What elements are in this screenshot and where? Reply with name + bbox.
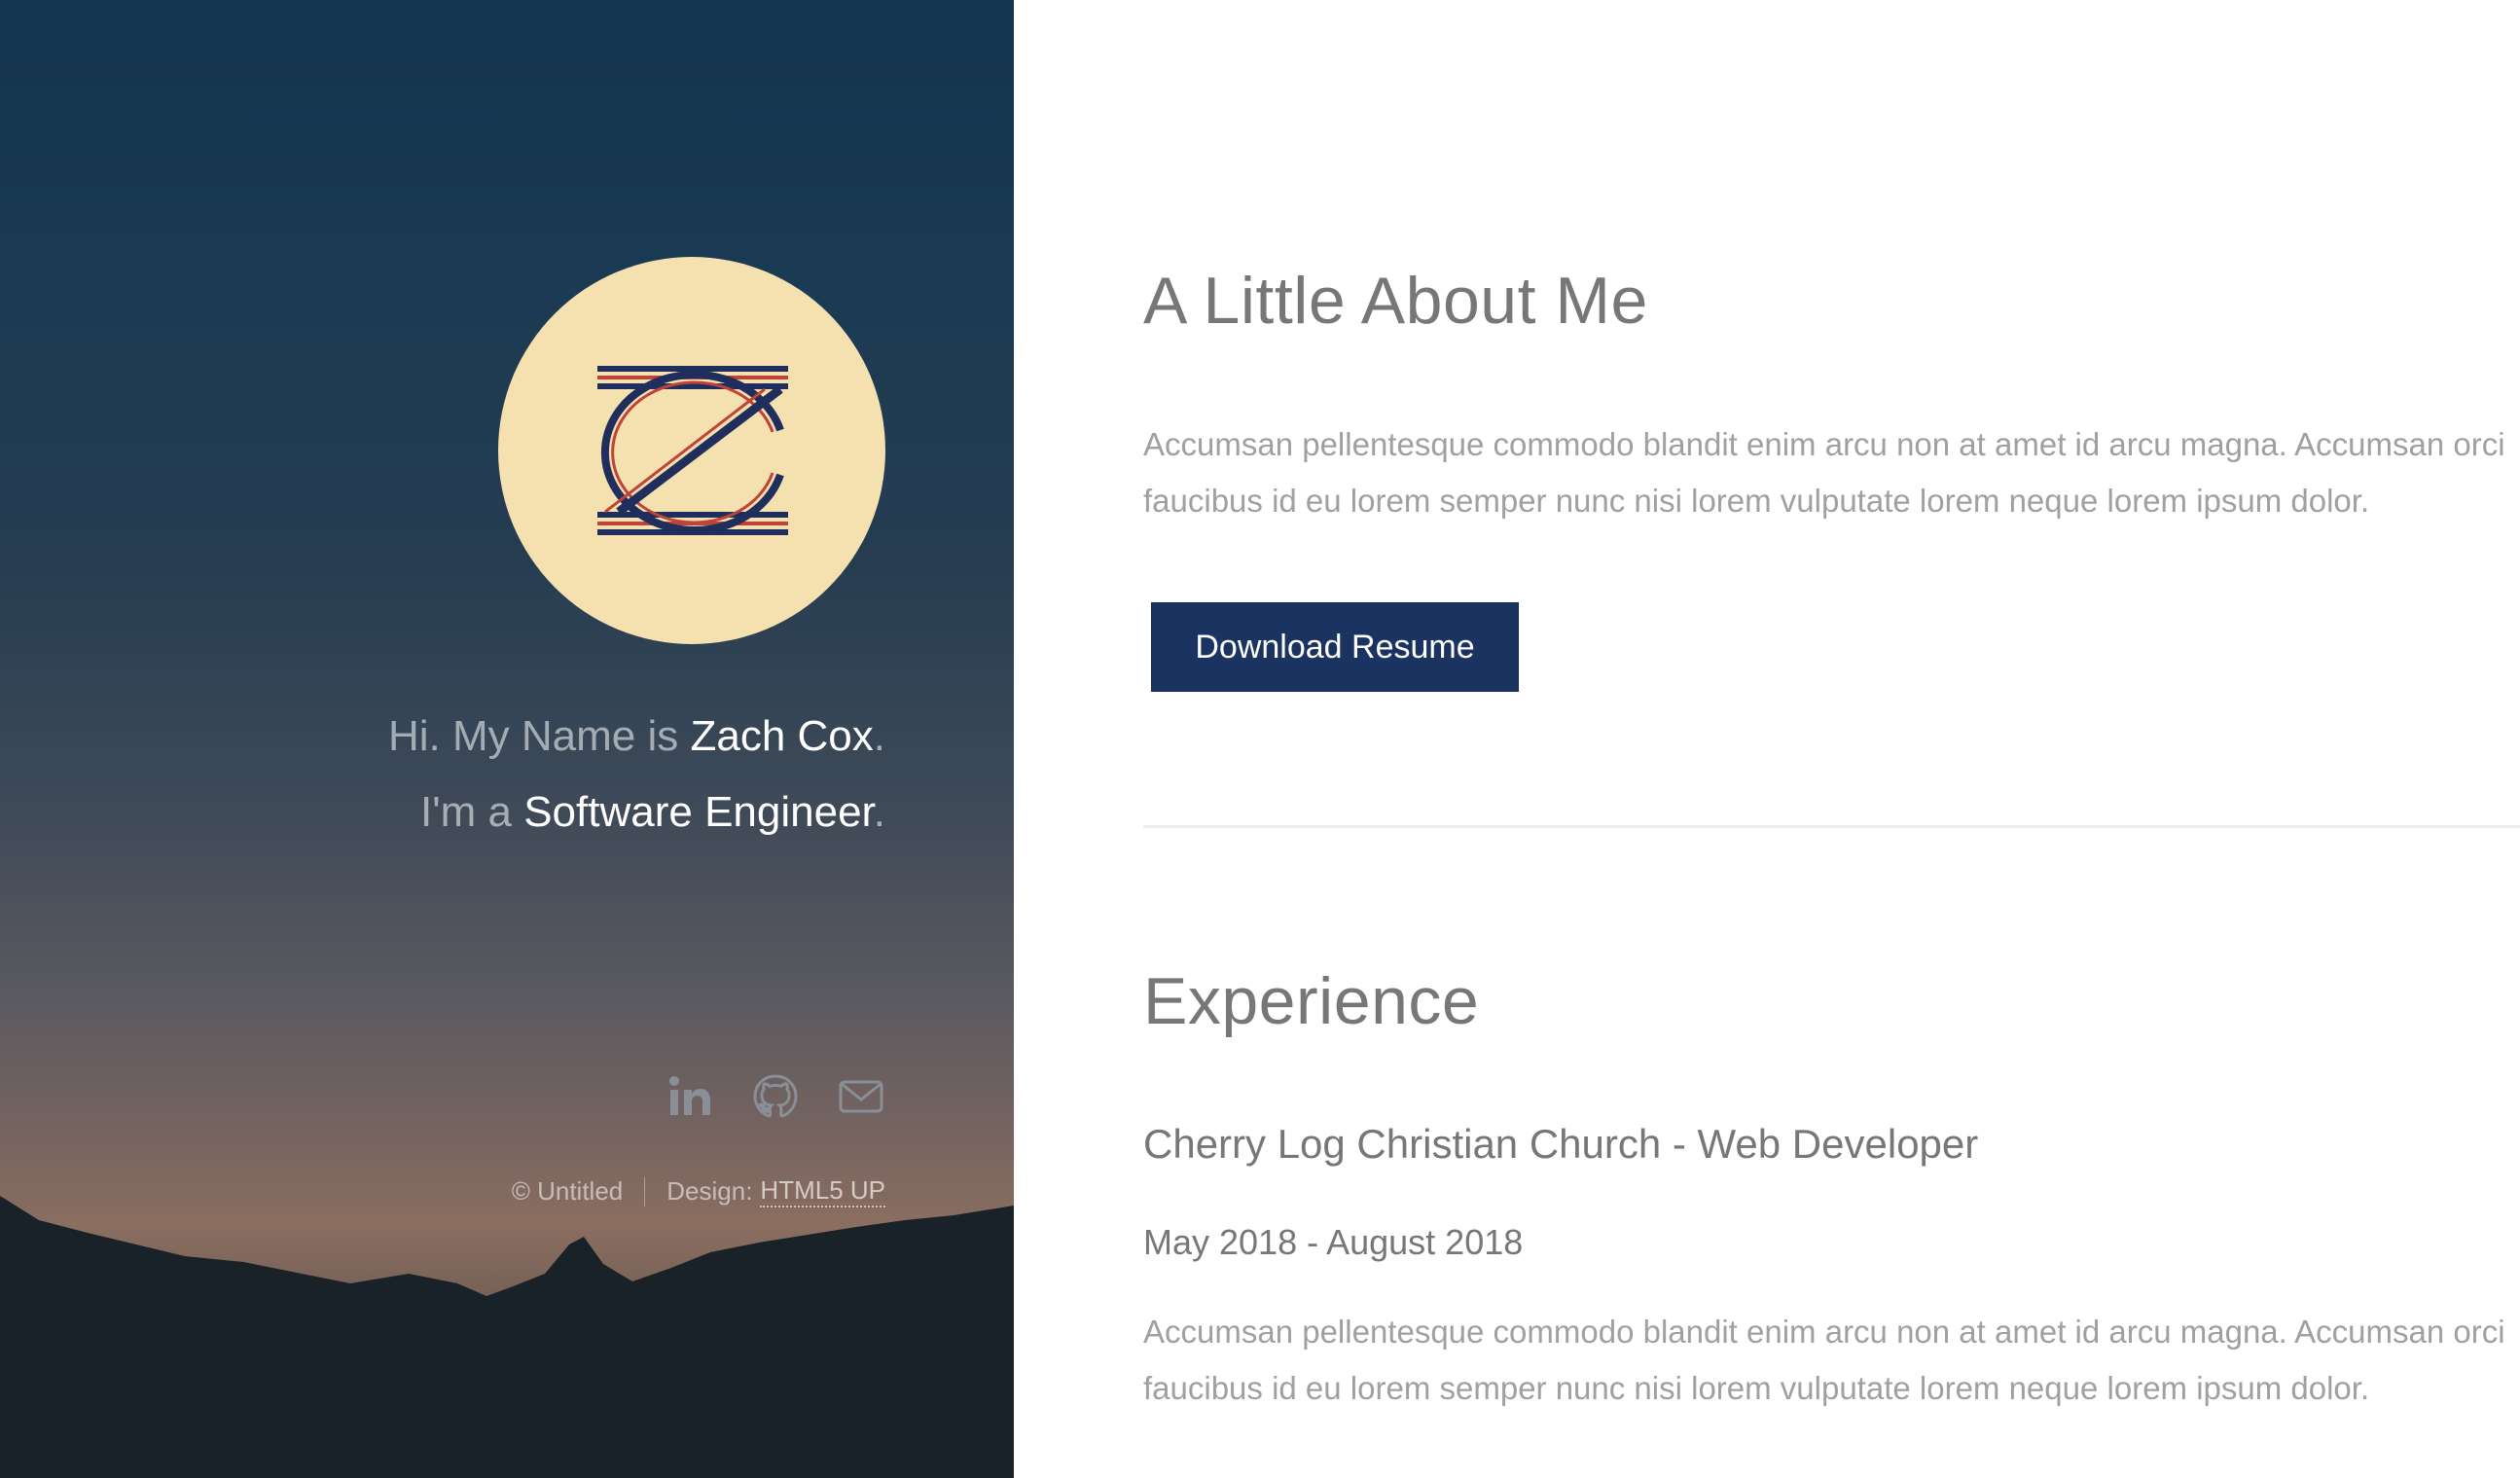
github-icon[interactable] [751,1072,800,1121]
intro-line-2: I'm a Software Engineer. [204,775,885,850]
about-title: A Little About Me [1143,264,1648,338]
intro-period: . [873,712,885,760]
intro-prefix: I'm a [420,788,524,836]
job-title: Cherry Log Christian Church - Web Develo… [1143,1121,1979,1167]
avatar [498,257,885,644]
name-highlight: Zach Cox [690,712,874,760]
download-resume-button[interactable]: Download Resume [1151,602,1519,692]
linkedin-icon[interactable] [666,1072,714,1121]
sidebar: Hi. My Name is Zach Cox. I'm a Software … [0,0,1014,1478]
main-content: A Little About Me Accumsan pellentesque … [1014,0,2520,1478]
section-divider [1143,825,2520,828]
intro-line-1: Hi. My Name is Zach Cox. [204,699,885,775]
job-dates: May 2018 - August 2018 [1143,1222,1524,1262]
role-highlight: Software Engineer [523,788,874,836]
job-description: Accumsan pellentesque commodo blandit en… [1143,1314,2505,1406]
copyright-text: © Untitled [511,1176,624,1206]
social-links [666,1072,885,1121]
mountain-silhouette [0,1196,1014,1478]
intro-period: . [873,788,885,836]
copyright-footer: © Untitled Design: HTML5 UP [512,1175,885,1208]
intro-text: Hi. My Name is Zach Cox. I'm a Software … [204,699,885,850]
zc-logo-icon [597,366,788,535]
experience-title: Experience [1143,964,1480,1038]
design-label: Design: [666,1176,753,1206]
footer-separator [644,1176,646,1207]
design-credit-link[interactable]: HTML5 UP [760,1175,885,1208]
envelope-icon[interactable] [837,1072,885,1121]
about-text: Accumsan pellentesque commodo blandit en… [1143,426,2505,519]
intro-prefix: Hi. My Name is [387,712,691,760]
